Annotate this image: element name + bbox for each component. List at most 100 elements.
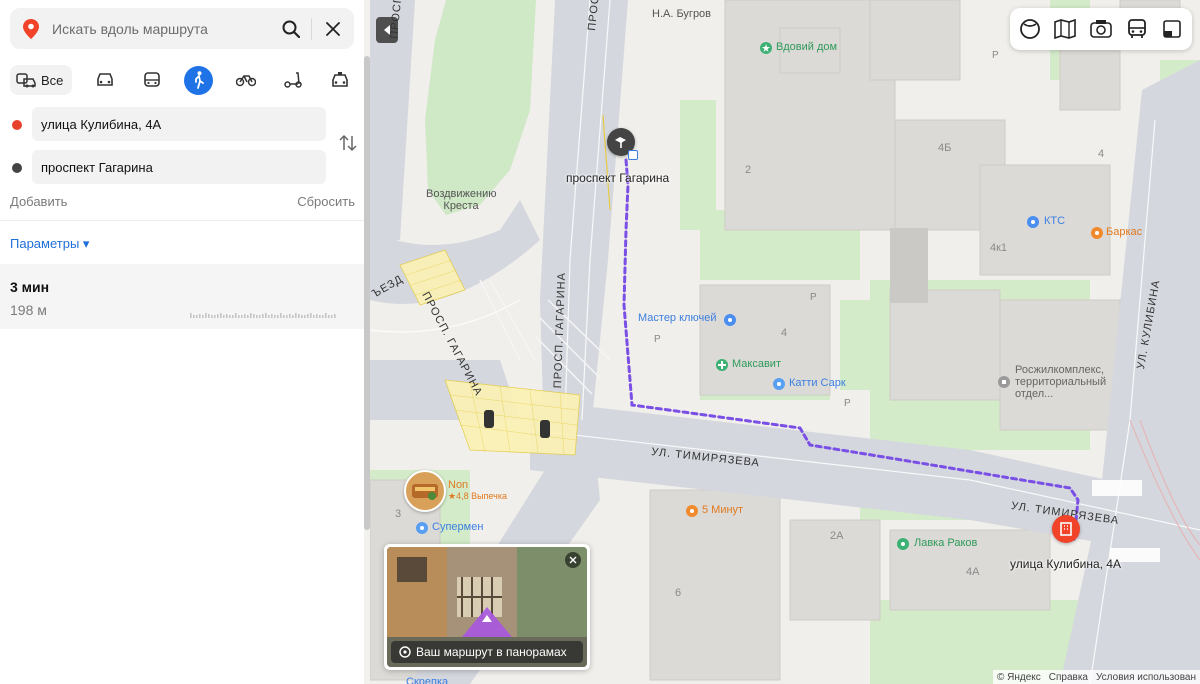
elevation-tick (196, 315, 198, 318)
elevation-tick (238, 315, 240, 318)
elevation-tick (265, 313, 267, 318)
parking-label: P (810, 292, 817, 303)
elevation-tick (205, 313, 207, 318)
elevation-tick (208, 314, 210, 318)
shop-icon (897, 538, 909, 550)
mode-taxi-button[interactable] (325, 66, 354, 95)
elevation-tick (211, 315, 213, 318)
terms-link[interactable]: Условия использован (1096, 672, 1196, 683)
poi-bugrov[interactable]: Н.А. Бугров (652, 8, 711, 20)
food-icon (1091, 227, 1103, 239)
poi-maksavit[interactable]: Максавит (732, 358, 781, 370)
elevation-tick (244, 314, 246, 318)
poi-master-klyuchei[interactable]: Мастер ключей (638, 312, 716, 324)
house-number: 2 (745, 164, 752, 176)
route-search-box[interactable]: Искать вдоль маршрута (10, 8, 354, 49)
elevation-tick (280, 313, 282, 318)
route-time: 3 мин (10, 279, 50, 295)
panorama-preview[interactable]: Ваш маршрут в панорамах (384, 544, 590, 670)
elevation-tick (256, 315, 258, 318)
elevation-tick (223, 315, 225, 318)
poi-kts[interactable]: КТС (1044, 215, 1065, 227)
copyright-bar: © Яндекс Справка Условия использован (992, 670, 1200, 684)
swap-icon[interactable] (338, 134, 358, 152)
mode-all-button[interactable]: Все (10, 65, 73, 95)
elevation-tick (220, 313, 222, 318)
poi-lavka-rakov[interactable]: Лавка Раков (914, 537, 977, 549)
house-number: 6 (675, 587, 682, 599)
panorama-caption[interactable]: Ваш маршрут в панорамах (391, 641, 583, 663)
house-number: 4к1 (990, 242, 1008, 254)
poi-supermen[interactable]: Супермен (432, 521, 483, 533)
elevation-tick (322, 315, 324, 318)
route-distance: 198 м (10, 302, 47, 318)
window-icon[interactable] (1158, 15, 1186, 43)
mode-car-button[interactable] (90, 66, 119, 95)
layers-icon[interactable] (1016, 15, 1044, 43)
poi-barkas[interactable]: Баркас (1106, 226, 1142, 238)
waypoint-from: улица Кулибина, 4А (0, 107, 330, 141)
copyright-text: © Яндекс (996, 671, 1041, 683)
elevation-tick (316, 314, 318, 318)
panorama-image[interactable]: Ваш маршрут в панорамах (387, 547, 587, 667)
mode-pedestrian-button[interactable] (184, 65, 214, 95)
mode-all-label: Все (41, 72, 64, 88)
elevation-tick (304, 315, 306, 318)
parameters-dropdown[interactable]: Параметры ▾ (10, 236, 89, 252)
map-icon[interactable] (1051, 15, 1079, 43)
elevation-tick (241, 315, 243, 318)
elevation-tick (274, 315, 276, 318)
mode-bus-button[interactable] (137, 66, 166, 95)
poi-skrepka[interactable]: Скрепка (406, 676, 448, 684)
route-result-card[interactable]: 3 мин 198 м (0, 264, 364, 329)
poi-vozdvizhenie[interactable]: Воздвижению Креста (426, 188, 497, 212)
poi-non[interactable]: Non (448, 479, 468, 491)
pharmacy-icon (716, 359, 728, 371)
elevation-tick (226, 314, 228, 318)
elevation-tick (328, 315, 330, 318)
help-link[interactable]: Справка (1049, 672, 1088, 683)
car-icon (97, 73, 113, 86)
elevation-tick (202, 315, 204, 318)
bus-stop-icon (628, 150, 638, 160)
house-number: 4Б (938, 142, 952, 154)
end-dot (12, 163, 22, 173)
poi-5-minut[interactable]: 5 Минут (702, 504, 743, 516)
poi-vdoviy-dom[interactable]: Вдовий дом (776, 41, 837, 53)
route-start-marker-icon[interactable] (1052, 515, 1080, 543)
search-input[interactable]: Искать вдоль маршрута (52, 21, 271, 37)
elevation-tick (325, 313, 327, 318)
elevation-tick (217, 314, 219, 318)
all-modes-icon (16, 73, 36, 88)
elevation-tick (271, 314, 273, 318)
poi-katti-sark[interactable]: Катти Сарк (789, 377, 846, 389)
parking-label: P (844, 398, 851, 409)
mode-bicycle-button[interactable] (231, 66, 260, 95)
transport-icon[interactable] (1123, 15, 1151, 43)
elevation-tick (259, 315, 261, 318)
panorama-icon[interactable] (1087, 15, 1115, 43)
panorama-caption-text: Ваш маршрут в панорамах (416, 645, 567, 659)
search-icon[interactable] (271, 8, 311, 49)
close-icon[interactable] (565, 552, 581, 568)
mode-scooter-button[interactable] (278, 66, 307, 95)
transport-modes: Все (10, 64, 355, 96)
elevation-tick (277, 315, 279, 318)
from-input[interactable]: улица Кулибина, 4А (32, 107, 326, 141)
cafe-photo-icon[interactable] (404, 470, 446, 512)
traffic-light-icon (540, 420, 550, 438)
close-icon[interactable] (312, 8, 354, 49)
elevation-tick (235, 313, 237, 318)
elevation-tick (229, 315, 231, 318)
bus-icon (144, 71, 160, 87)
to-input[interactable]: проспект Гагарина (32, 150, 326, 184)
elevation-tick (283, 315, 285, 318)
add-waypoint-button[interactable]: Добавить (10, 194, 67, 209)
reset-button[interactable]: Сбросить (297, 194, 355, 209)
traffic-light-icon (484, 410, 494, 428)
elevation-tick (289, 314, 291, 318)
elevation-tick (286, 315, 288, 318)
panorama-icon (399, 646, 411, 658)
map-view[interactable]: просп. Гагарина просп. Гагарина просп. Г… (370, 0, 1200, 684)
poi-roszhilkompleks[interactable]: Росжилкомплекс, территориальный отдел... (1015, 364, 1115, 400)
